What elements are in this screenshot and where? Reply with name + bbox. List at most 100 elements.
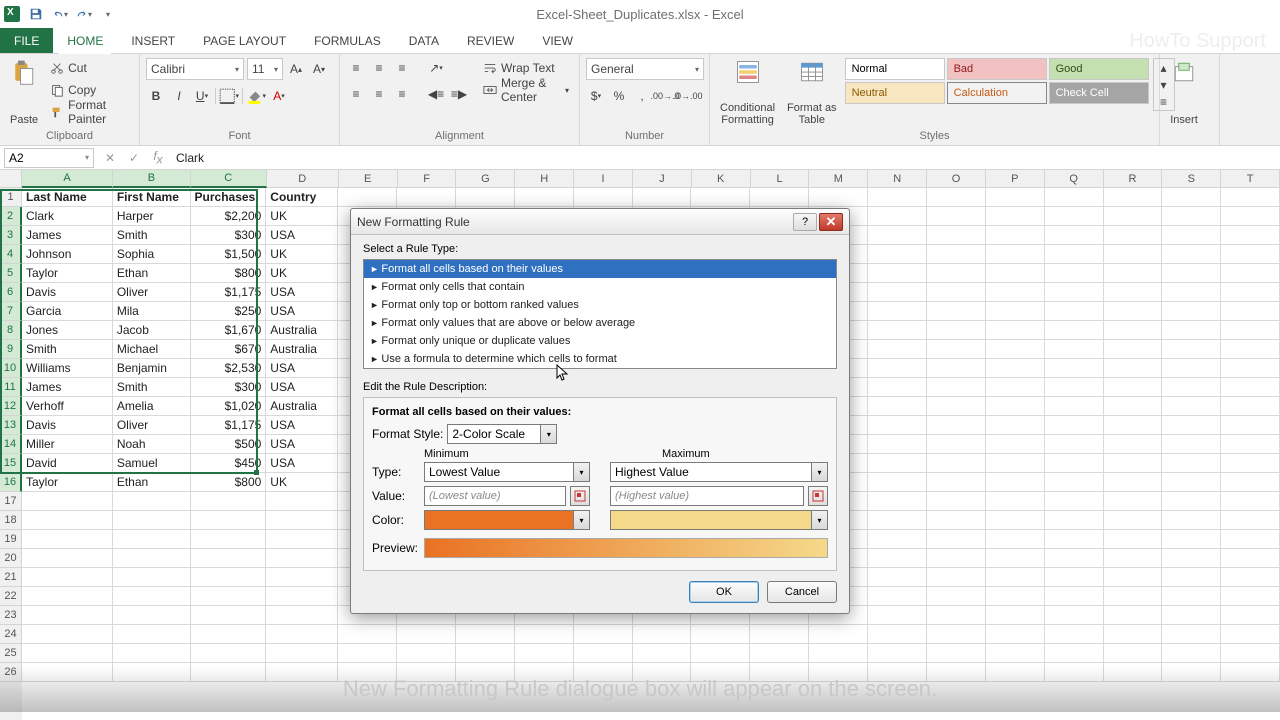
cell[interactable] bbox=[1104, 226, 1163, 245]
cell[interactable] bbox=[266, 587, 338, 606]
dialog-titlebar[interactable]: New Formatting Rule ? ✕ bbox=[351, 209, 849, 235]
row-header[interactable]: 23 bbox=[0, 606, 22, 625]
cell[interactable] bbox=[574, 188, 633, 207]
cell[interactable] bbox=[266, 492, 338, 511]
cell[interactable]: Amelia bbox=[113, 397, 191, 416]
align-bottom[interactable]: ≡ bbox=[392, 58, 412, 78]
row-header[interactable]: 19 bbox=[0, 530, 22, 549]
cancel-formula-icon[interactable]: ✕ bbox=[98, 151, 122, 165]
cell[interactable]: Taylor bbox=[22, 473, 113, 492]
cell[interactable] bbox=[266, 549, 338, 568]
cell[interactable] bbox=[691, 188, 750, 207]
cell[interactable] bbox=[986, 302, 1045, 321]
cell[interactable] bbox=[266, 530, 338, 549]
cell[interactable] bbox=[1162, 302, 1221, 321]
cell[interactable]: $300 bbox=[191, 378, 267, 397]
cell[interactable]: Jacob bbox=[113, 321, 191, 340]
cell[interactable] bbox=[1221, 264, 1280, 283]
tab-page-layout[interactable]: PAGE LAYOUT bbox=[189, 28, 300, 53]
cell[interactable] bbox=[1045, 568, 1104, 587]
cell[interactable] bbox=[1221, 245, 1280, 264]
style-neutral[interactable]: Neutral bbox=[845, 82, 945, 104]
orientation[interactable]: ↗▾ bbox=[426, 58, 446, 78]
cell[interactable] bbox=[868, 359, 927, 378]
tab-data[interactable]: DATA bbox=[395, 28, 453, 53]
border-button[interactable]: ▾ bbox=[219, 86, 239, 106]
cell[interactable]: Smith bbox=[113, 378, 191, 397]
cell[interactable] bbox=[986, 321, 1045, 340]
cell[interactable] bbox=[338, 188, 397, 207]
cell[interactable] bbox=[986, 397, 1045, 416]
cell[interactable] bbox=[1104, 625, 1163, 644]
cell[interactable] bbox=[1221, 454, 1280, 473]
cell[interactable]: Williams bbox=[22, 359, 113, 378]
tab-file[interactable]: FILE bbox=[0, 28, 53, 53]
cell[interactable] bbox=[1221, 283, 1280, 302]
column-header[interactable]: M bbox=[809, 170, 868, 188]
cell[interactable] bbox=[1045, 359, 1104, 378]
cancel-button[interactable]: Cancel bbox=[767, 581, 837, 603]
cell[interactable] bbox=[1045, 435, 1104, 454]
min-type-combo[interactable]: Lowest Value▾ bbox=[424, 462, 590, 482]
cell[interactable] bbox=[1221, 587, 1280, 606]
cell[interactable] bbox=[986, 606, 1045, 625]
cell[interactable]: $800 bbox=[191, 473, 267, 492]
row-header[interactable]: 2 bbox=[0, 207, 22, 226]
cell[interactable] bbox=[868, 511, 927, 530]
style-bad[interactable]: Bad bbox=[947, 58, 1047, 80]
cell[interactable] bbox=[574, 625, 633, 644]
cell[interactable] bbox=[1045, 321, 1104, 340]
cell[interactable] bbox=[868, 397, 927, 416]
cell[interactable] bbox=[1162, 511, 1221, 530]
cell[interactable] bbox=[1045, 188, 1104, 207]
cell[interactable]: $450 bbox=[191, 454, 267, 473]
cell[interactable] bbox=[927, 264, 986, 283]
cell[interactable] bbox=[1104, 435, 1163, 454]
cell[interactable] bbox=[1104, 378, 1163, 397]
dialog-help-button[interactable]: ? bbox=[793, 213, 817, 231]
max-value-ref-button[interactable] bbox=[808, 486, 828, 506]
cell[interactable] bbox=[191, 549, 267, 568]
cell[interactable] bbox=[633, 644, 692, 663]
cell[interactable] bbox=[986, 435, 1045, 454]
cell[interactable] bbox=[191, 587, 267, 606]
cell[interactable] bbox=[22, 587, 113, 606]
cell[interactable] bbox=[868, 188, 927, 207]
cell[interactable] bbox=[868, 625, 927, 644]
shrink-font[interactable]: A▾ bbox=[309, 59, 329, 79]
cell[interactable] bbox=[986, 340, 1045, 359]
cell[interactable] bbox=[868, 492, 927, 511]
cell[interactable] bbox=[1162, 492, 1221, 511]
cell[interactable]: Johnson bbox=[22, 245, 113, 264]
cell[interactable] bbox=[113, 511, 191, 530]
cell[interactable]: $300 bbox=[191, 226, 267, 245]
cell[interactable] bbox=[1221, 511, 1280, 530]
cell[interactable]: Miller bbox=[22, 435, 113, 454]
cell[interactable] bbox=[1045, 549, 1104, 568]
cell[interactable] bbox=[1104, 606, 1163, 625]
cell[interactable] bbox=[113, 644, 191, 663]
align-right[interactable]: ≡ bbox=[392, 84, 412, 104]
max-type-combo[interactable]: Highest Value▾ bbox=[610, 462, 828, 482]
cell[interactable] bbox=[266, 511, 338, 530]
column-header[interactable]: G bbox=[456, 170, 515, 188]
cell[interactable] bbox=[515, 644, 574, 663]
cell[interactable]: Sophia bbox=[113, 245, 191, 264]
cell[interactable] bbox=[22, 606, 113, 625]
cell[interactable] bbox=[986, 264, 1045, 283]
cell[interactable] bbox=[750, 625, 809, 644]
cell-styles-gallery[interactable]: Normal Bad Good Neutral Calculation Chec… bbox=[845, 58, 1149, 104]
cell[interactable] bbox=[1045, 226, 1104, 245]
row-header[interactable]: 4 bbox=[0, 245, 22, 264]
cell[interactable] bbox=[809, 188, 868, 207]
cell[interactable] bbox=[868, 264, 927, 283]
cell[interactable]: $1,175 bbox=[191, 283, 267, 302]
cell[interactable]: Ethan bbox=[113, 473, 191, 492]
cell[interactable] bbox=[191, 644, 267, 663]
cell[interactable]: Davis bbox=[22, 283, 113, 302]
cell[interactable] bbox=[1162, 283, 1221, 302]
format-as-table-button[interactable]: Format as Table bbox=[783, 58, 841, 126]
cell[interactable] bbox=[750, 644, 809, 663]
column-header[interactable]: S bbox=[1162, 170, 1221, 188]
cell[interactable] bbox=[986, 473, 1045, 492]
